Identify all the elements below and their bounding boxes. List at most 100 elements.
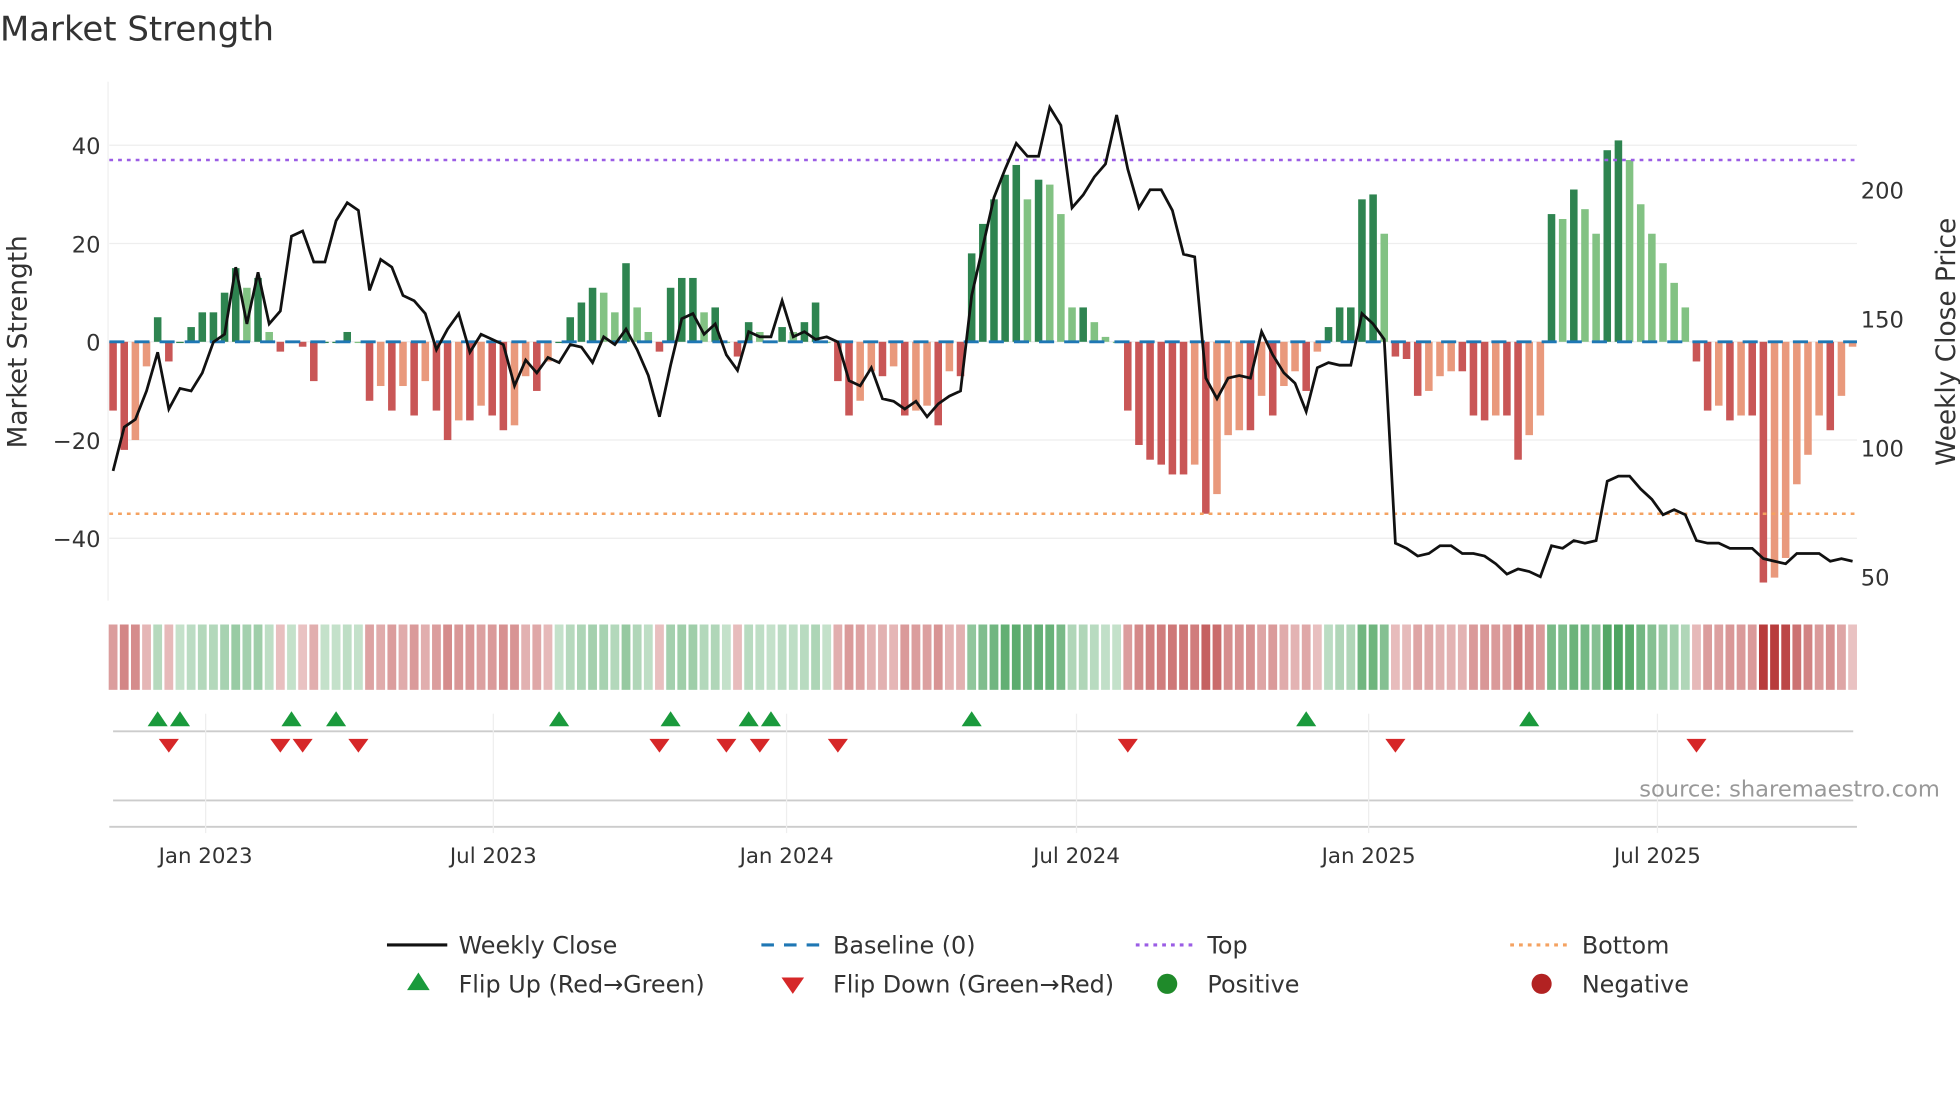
strength-bar <box>265 331 273 342</box>
legend-label: Flip Up (Red→Green) <box>459 971 705 999</box>
strength-bar <box>1402 341 1411 360</box>
strength-bar <box>1837 341 1846 396</box>
strength-bar <box>1280 341 1288 387</box>
strength-bar <box>1503 341 1511 416</box>
heat-cell <box>1301 624 1311 690</box>
heat-cell <box>142 624 151 690</box>
heat-cell <box>677 624 687 690</box>
strength-bar <box>1726 341 1734 421</box>
heat-cell <box>1179 624 1188 690</box>
strength-bar <box>109 341 117 411</box>
flip-up-marker <box>281 711 302 727</box>
legend-circle-icon <box>1531 973 1552 994</box>
heat-cell <box>900 624 910 690</box>
heat-cell <box>1513 624 1523 690</box>
strength-bar <box>1648 233 1656 342</box>
strength-bar <box>733 341 742 357</box>
strength-bar <box>1815 341 1823 416</box>
legend-label: Baseline (0) <box>833 932 976 960</box>
strength-bar <box>1759 341 1768 583</box>
strength-bar <box>1347 307 1355 342</box>
strength-bar <box>878 341 887 377</box>
heat-cell <box>1781 624 1791 690</box>
strength-bar <box>399 341 407 387</box>
x-tick-label: Jan 2023 <box>157 844 253 869</box>
flip-up-marker <box>1296 711 1317 727</box>
legend-triangle-down-icon <box>781 977 805 994</box>
heat-cell <box>197 624 207 690</box>
heat-cell <box>1279 624 1289 690</box>
strength-bar <box>1090 322 1099 342</box>
flip-up-marker <box>660 711 681 727</box>
strength-bar <box>388 341 396 411</box>
strength-bar <box>421 341 430 382</box>
heat-cell <box>744 624 754 690</box>
heat-cell <box>1257 624 1266 690</box>
heat-cell <box>588 624 597 690</box>
strength-bar <box>1391 341 1400 357</box>
heat-cell <box>1848 624 1857 690</box>
heat-cell <box>1669 624 1679 690</box>
heat-cell <box>287 624 296 690</box>
strength-bar <box>343 331 352 342</box>
heat-cell <box>443 624 452 690</box>
source-label: source: sharemaestro.com <box>1639 777 1940 803</box>
heat-cell <box>1234 624 1244 690</box>
x-tick-label: Jan 2025 <box>1320 844 1416 869</box>
heat-cell <box>1524 624 1534 690</box>
heat-cell <box>1736 624 1746 690</box>
heat-cell <box>855 624 865 690</box>
flip-down-marker <box>1117 738 1138 753</box>
flip-down-marker <box>1686 738 1707 753</box>
x-tick-label: Jul 2024 <box>1031 844 1120 869</box>
strength-bar <box>488 341 496 416</box>
strength-bar <box>1124 341 1132 411</box>
strength-bar <box>477 341 485 406</box>
strength-bar <box>1536 341 1545 416</box>
strength-bar <box>1023 199 1032 342</box>
heat-cell <box>476 624 486 690</box>
heat-cell <box>1045 624 1055 690</box>
y-tick-label: 20 <box>72 232 101 258</box>
y2-tick-label: 150 <box>1861 308 1904 334</box>
strength-bar <box>310 341 318 382</box>
strength-bar <box>1335 307 1344 342</box>
strength-bar <box>1079 307 1087 342</box>
flip-down-marker <box>1385 738 1406 753</box>
heat-cell <box>1803 624 1813 690</box>
heat-cell <box>275 624 285 690</box>
heat-cell <box>1268 624 1278 690</box>
heat-cell <box>1792 624 1802 690</box>
heat-cell <box>866 624 876 690</box>
strength-bar <box>1001 174 1009 342</box>
strength-bar <box>1068 307 1076 342</box>
strength-bar <box>1380 233 1389 342</box>
strength-bar <box>1581 209 1589 342</box>
strength-bar <box>1224 341 1232 436</box>
heat-cell <box>1312 624 1322 690</box>
y2-tick-label: 50 <box>1861 565 1890 591</box>
heat-cell <box>643 624 653 690</box>
strength-bar <box>1324 327 1333 342</box>
heat-cell <box>231 624 241 690</box>
heat-cell <box>688 624 698 690</box>
heat-cell <box>1402 624 1411 690</box>
heat-cell <box>1636 624 1646 690</box>
strength-bar <box>533 341 541 391</box>
flip-down-marker <box>158 738 179 753</box>
heat-cell <box>1491 624 1501 690</box>
flip-up-marker <box>147 711 168 727</box>
heat-cell <box>376 624 386 690</box>
legend-triangle-up-icon <box>407 972 430 991</box>
strength-bar <box>1034 179 1043 342</box>
heat-cell <box>1747 624 1757 690</box>
strength-bar <box>599 292 608 342</box>
heat-cell <box>811 624 820 690</box>
strength-bar <box>1179 341 1188 475</box>
heat-cell <box>387 624 397 690</box>
strength-bar <box>1157 341 1166 465</box>
heat-cell <box>1223 624 1233 690</box>
heat-cell <box>655 624 664 690</box>
flip-down-marker <box>749 738 770 753</box>
strength-bar <box>1235 341 1244 431</box>
